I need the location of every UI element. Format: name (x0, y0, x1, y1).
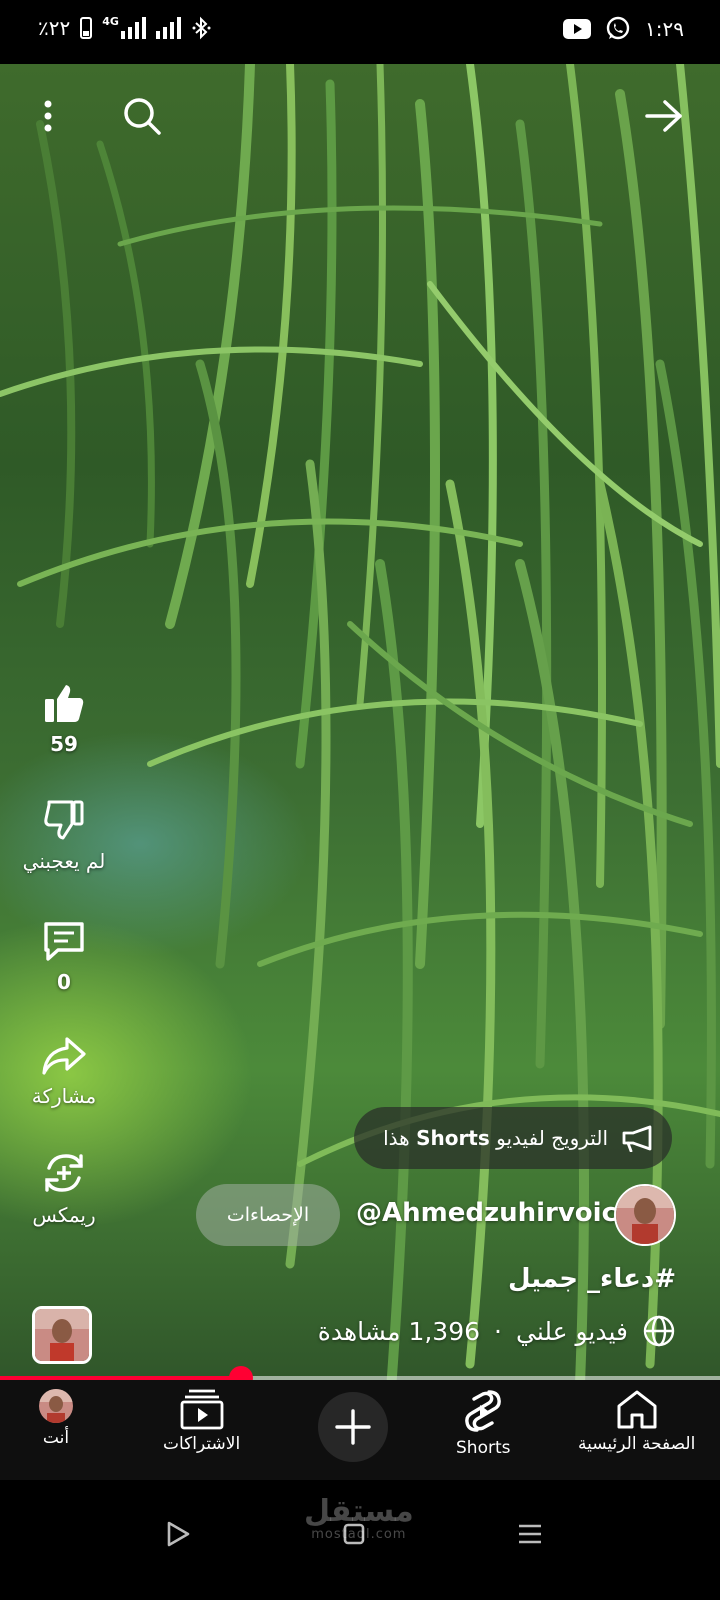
watermark: مستقل mostaql.com (304, 1496, 414, 1542)
more-vert-icon (44, 100, 52, 132)
avatar-thumbnail-image (35, 1309, 89, 1361)
channel-handle[interactable]: @Ahmedzuhirvoice (356, 1198, 635, 1228)
more-options-button[interactable] (24, 92, 72, 140)
nav-shorts[interactable]: Shorts (456, 1388, 510, 1458)
signal-icon-2 (155, 17, 181, 39)
create-button[interactable] (318, 1392, 388, 1462)
nav-subscriptions-label: الاشتراكات (163, 1434, 241, 1454)
battery-icon (80, 17, 93, 39)
promote-shorts-button[interactable]: الترويج لفيديو Shorts هذا (354, 1107, 672, 1169)
watermark-domain: mostaql.com (311, 1527, 407, 1542)
share-icon (42, 1037, 86, 1075)
remix-button[interactable]: ريمكس (20, 1151, 108, 1227)
comments-button[interactable]: 0 (20, 920, 108, 994)
dislike-label: لم يعجبني (22, 849, 106, 873)
analytics-button[interactable]: الإحصاءات (196, 1184, 340, 1246)
megaphone-icon (622, 1125, 652, 1152)
battery-percent: ٪٢٢ (38, 16, 71, 40)
back-button[interactable] (640, 92, 688, 140)
status-bar: ٪٢٢ 4G ١:٢٩ (0, 0, 720, 64)
remix-icon (45, 1154, 83, 1192)
bottom-navigation: أنت الاشتراكات Shorts الصفحة الرئيسية (0, 1380, 720, 1480)
signal-icon (120, 17, 146, 39)
view-count: 1,396 مشاهدة (317, 1316, 481, 1346)
like-count: 59 (50, 732, 78, 756)
share-button[interactable]: مشاركة (20, 1036, 108, 1108)
system-navigation: مستقل mostaql.com (0, 1480, 720, 1600)
visibility-label: فيديو علني (515, 1316, 628, 1346)
meta-separator: · (494, 1316, 502, 1346)
bluetooth-icon (192, 16, 211, 40)
comment-count: 0 (57, 970, 71, 994)
subscriptions-icon (180, 1389, 223, 1430)
search-button[interactable] (118, 92, 166, 140)
clock: ١:٢٩ (645, 17, 684, 41)
nav-home[interactable]: الصفحة الرئيسية (578, 1388, 695, 1454)
sound-thumbnail[interactable] (32, 1306, 92, 1364)
thumbs-up-icon (45, 685, 84, 722)
watermark-logo: مستقل (304, 1494, 414, 1529)
nav-home-label: الصفحة الرئيسية (578, 1434, 696, 1454)
globe-icon (643, 1315, 675, 1347)
nav-subscriptions[interactable]: الاشتراكات (163, 1388, 240, 1454)
video-caption[interactable]: #دعاء_ جميل (508, 1264, 676, 1294)
nav-shorts-label: Shorts (456, 1438, 511, 1458)
share-label: مشاركة (31, 1084, 97, 1108)
channel-avatar[interactable] (614, 1184, 676, 1246)
remix-label: ريمكس (32, 1203, 96, 1227)
nav-you-label: أنت (42, 1428, 70, 1448)
menu-lines-icon (519, 1524, 541, 1544)
nav-you[interactable]: أنت (38, 1388, 74, 1448)
arrow-forward-icon (645, 100, 682, 132)
thumbs-down-icon (44, 800, 84, 840)
promote-label: الترويج لفيديو Shorts هذا (383, 1126, 608, 1150)
video-player[interactable]: 59 لم يعجبني 0 مشاركة ريمكس الترويج لفيد… (0, 64, 720, 1404)
plus-icon (335, 1409, 371, 1445)
dislike-button[interactable]: لم يعجبني (20, 799, 108, 873)
system-back-button[interactable] (158, 1514, 198, 1554)
whatsapp-icon (606, 16, 630, 40)
home-icon (617, 1390, 657, 1429)
system-recents-button[interactable] (510, 1514, 550, 1554)
search-icon (124, 98, 161, 135)
profile-avatar-icon (39, 1389, 73, 1423)
channel-row: الإحصاءات @Ahmedzuhirvoice (196, 1184, 676, 1248)
network-type: 4G (102, 14, 119, 28)
comment-icon (44, 922, 84, 961)
video-meta: فيديو علني · 1,396 مشاهدة (318, 1314, 676, 1348)
shorts-icon (465, 1390, 502, 1432)
youtube-notification-icon (563, 19, 592, 39)
triangle-back-icon (167, 1521, 190, 1547)
like-button[interactable]: 59 (20, 682, 108, 756)
avatar-image (616, 1186, 674, 1244)
